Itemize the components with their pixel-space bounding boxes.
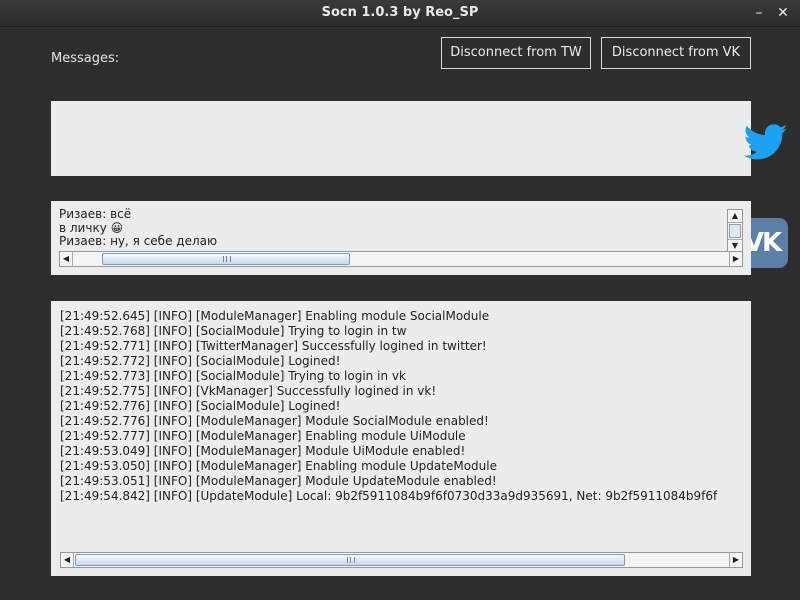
disconnect-vk-button[interactable]: Disconnect from VK bbox=[601, 37, 751, 69]
log-line: [21:49:53.050] [INFO] [ModuleManager] En… bbox=[60, 459, 497, 473]
message-input[interactable] bbox=[51, 101, 751, 176]
chat-messages: Ризаев: всё в личку 😀 Ризаев: ну, я себе… bbox=[59, 208, 719, 250]
log-line: [21:49:52.772] [INFO] [SocialModule] Log… bbox=[60, 354, 341, 368]
scroll-right-arrow-icon[interactable]: ▶ bbox=[729, 553, 742, 567]
close-button[interactable]: ✕ bbox=[774, 4, 792, 22]
chat-line: в личку 😀 bbox=[59, 220, 124, 235]
log-line: [21:49:52.775] [INFO] [VkManager] Succes… bbox=[60, 384, 437, 398]
log-line: [21:49:52.768] [INFO] [SocialModule] Try… bbox=[60, 324, 407, 338]
chat-panel: Ризаев: всё в личку 😀 Ризаев: ну, я себе… bbox=[51, 201, 751, 275]
messages-label: Messages: bbox=[51, 51, 120, 66]
grip-icon bbox=[347, 557, 355, 563]
disconnect-twitter-button[interactable]: Disconnect from TW bbox=[441, 37, 591, 69]
scroll-left-arrow-icon[interactable]: ◀ bbox=[61, 553, 74, 567]
chat-horizontal-thumb[interactable] bbox=[102, 253, 350, 265]
chat-line: Ризаев: всё bbox=[59, 208, 132, 221]
log-line: [21:49:52.776] [INFO] [ModuleManager] Mo… bbox=[60, 414, 489, 428]
chat-horizontal-scrollbar[interactable]: ◀ ▶ bbox=[59, 251, 743, 267]
chat-line: Ризаев: ну, я себе делаю bbox=[59, 234, 218, 248]
log-horizontal-scrollbar[interactable]: ◀ ▶ bbox=[60, 552, 743, 568]
log-line: [21:49:52.776] [INFO] [SocialModule] Log… bbox=[60, 399, 341, 413]
log-line: [21:49:52.771] [INFO] [TwitterManager] S… bbox=[60, 339, 487, 353]
scroll-up-arrow-icon[interactable]: ▲ bbox=[728, 210, 742, 223]
twitter-bird-icon[interactable] bbox=[744, 120, 788, 164]
log-line: [21:49:52.777] [INFO] [ModuleManager] En… bbox=[60, 429, 466, 443]
log-panel: [21:49:52.645] [INFO] [ModuleManager] En… bbox=[51, 301, 751, 576]
scroll-left-arrow-icon[interactable]: ◀ bbox=[60, 252, 73, 266]
title-bar: Socn 1.0.3 by Reo_SP – ✕ bbox=[0, 0, 800, 27]
log-output: [21:49:52.645] [INFO] [ModuleManager] En… bbox=[60, 309, 741, 547]
grip-icon bbox=[223, 256, 231, 262]
log-line: [21:49:52.773] [INFO] [SocialModule] Try… bbox=[60, 369, 406, 383]
window-title: Socn 1.0.3 by Reo_SP bbox=[321, 5, 479, 20]
scroll-right-arrow-icon[interactable]: ▶ bbox=[729, 252, 742, 266]
chat-vertical-scrollbar[interactable]: ▲ ▼ bbox=[727, 209, 743, 253]
log-horizontal-thumb[interactable] bbox=[75, 554, 625, 566]
log-line: [21:49:54.842] [INFO] [UpdateModule] Loc… bbox=[60, 489, 718, 503]
log-line: [21:49:53.049] [INFO] [ModuleManager] Mo… bbox=[60, 444, 466, 458]
log-line: [21:49:52.645] [INFO] [ModuleManager] En… bbox=[60, 309, 490, 323]
minimize-button[interactable]: – bbox=[750, 4, 768, 22]
chat-vertical-thumb[interactable] bbox=[729, 224, 741, 238]
log-line: [21:49:53.051] [INFO] [ModuleManager] Mo… bbox=[60, 474, 497, 488]
